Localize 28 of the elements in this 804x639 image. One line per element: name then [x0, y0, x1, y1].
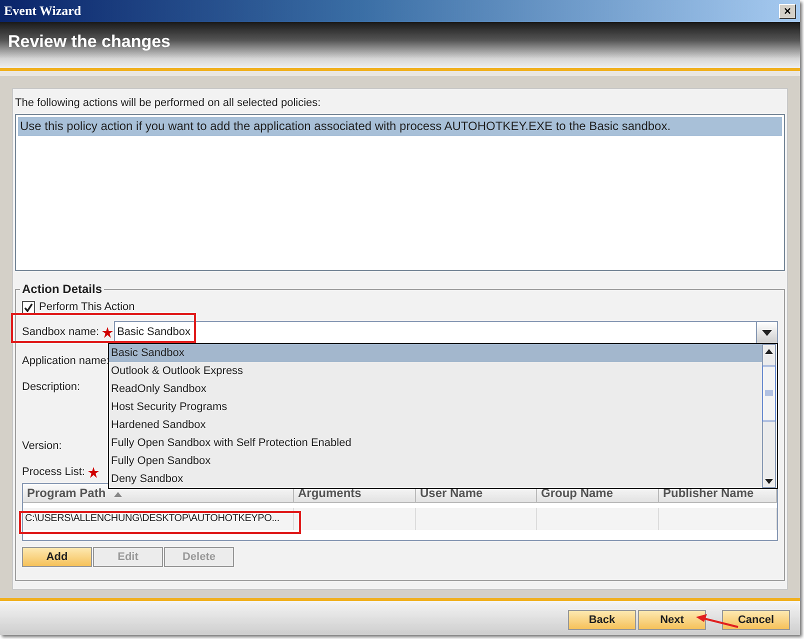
field-label: Process List: — [22, 465, 85, 480]
scrollbar[interactable] — [762, 344, 776, 488]
pointer-arrow — [694, 613, 740, 629]
dropdown-option[interactable]: Host Security Programs — [109, 398, 762, 416]
dropdown-option[interactable]: ReadOnly Sandbox — [109, 380, 762, 398]
wizard-button[interactable]: Cancel — [722, 610, 790, 630]
table-button[interactable]: Add — [22, 547, 92, 567]
close-button[interactable]: × — [779, 4, 796, 18]
dropdown-option[interactable]: Fully Open Sandbox — [109, 452, 762, 470]
wizard-button[interactable]: Back — [568, 610, 636, 630]
page-title: Review the changes — [8, 32, 171, 52]
checkbox[interactable] — [22, 300, 35, 314]
intro-text: The following actions will be performed on all selected policies: — [15, 96, 322, 111]
field-label: Application name: — [22, 354, 110, 369]
dropdown-option[interactable]: Hardened Sandbox — [109, 416, 762, 434]
wizard-button[interactable]: Next — [638, 610, 706, 630]
action-item[interactable]: Use this policy action if you want to add the application associated with process AUTOHOTKEY.EXE to the Basic sandbox. — [18, 117, 782, 136]
field-label: Sandbox name: — [22, 325, 100, 340]
window-title: Event Wizard — [4, 3, 82, 19]
dropdown-option[interactable]: Fully Open Sandbox with Self Protection Enabled — [109, 434, 762, 452]
field-label: Version: — [22, 439, 62, 454]
field-label: Description: — [22, 380, 80, 395]
sandbox-dropdown[interactable]: Basic Sandbox — [114, 321, 778, 345]
dropdown-option[interactable]: Outlook & Outlook Express — [109, 362, 762, 380]
dropdown-option[interactable]: Basic Sandbox — [109, 344, 762, 362]
group-title: Action Details — [20, 282, 104, 296]
checkbox-label: Perform This Action — [39, 301, 135, 313]
table-cell: C:\USERS\ALLENCHUNG\DESKTOP\AUTOHOTKEYPO... — [23, 508, 294, 530]
